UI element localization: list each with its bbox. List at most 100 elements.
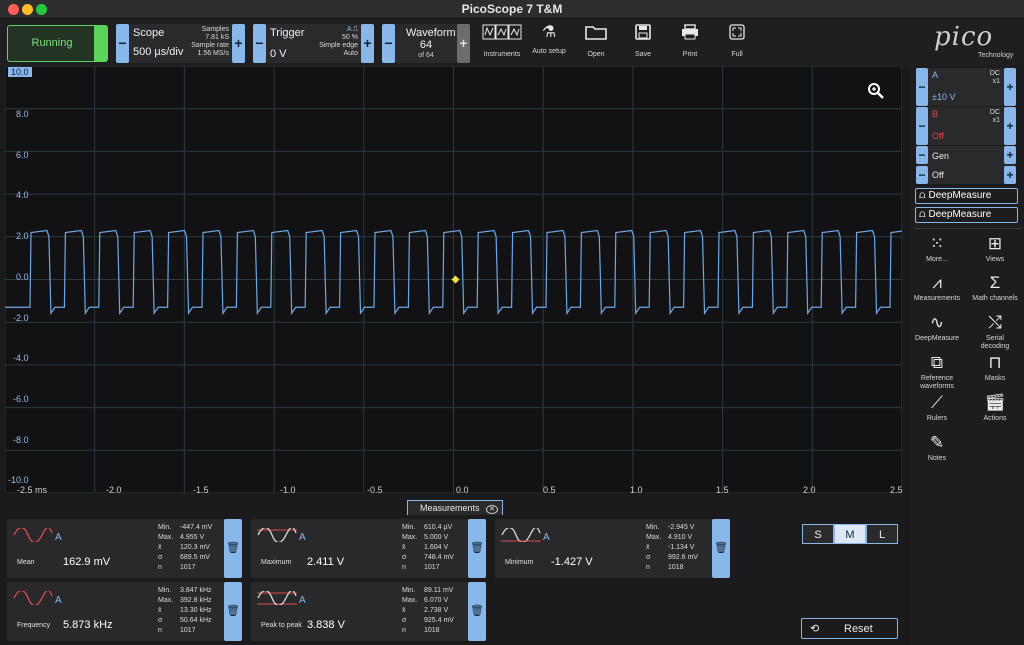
measurement-value: 2.411 V bbox=[307, 556, 345, 568]
measurement-name: Frequency bbox=[17, 622, 51, 629]
reset-button[interactable]: ⟲ Reset bbox=[801, 618, 898, 639]
measurement-stats: Min. -2.945 V Max. 4.910 V x̄ -1.134 V σ 992… bbox=[646, 523, 698, 573]
measurement-channel: A bbox=[55, 595, 62, 606]
gen-decrease-button[interactable]: − bbox=[916, 146, 928, 164]
channel-a-increase-button[interactable]: + bbox=[1004, 68, 1016, 106]
instruments-icon bbox=[476, 24, 528, 45]
channel-b-increase-button[interactable]: + bbox=[1004, 107, 1016, 145]
logo-sub: Technology bbox=[978, 52, 1014, 59]
scope-label: Scope bbox=[133, 27, 165, 39]
fullscreen-icon bbox=[711, 24, 763, 45]
measurement-card-maximum[interactable]: A Maximum 2.411 V Min. 610.4 µV Max. 5.000… bbox=[251, 519, 486, 578]
scope-plot[interactable] bbox=[5, 66, 902, 493]
timebase-increase-button[interactable]: + bbox=[232, 24, 245, 63]
size-large-button[interactable]: L bbox=[866, 524, 898, 544]
gen-state-decrease-button[interactable]: − bbox=[916, 166, 928, 184]
timebase-decrease-button[interactable]: − bbox=[116, 24, 129, 63]
more-button[interactable]: ⁙ More... bbox=[913, 234, 961, 264]
zoom-icon[interactable] bbox=[867, 82, 885, 105]
delete-measurement-button[interactable]: 🗑︎ bbox=[224, 582, 242, 641]
masks-button[interactable]: ⊓ Masks bbox=[971, 353, 1019, 383]
measurements-tab[interactable]: Measurements ✕ bbox=[407, 500, 503, 515]
grid-dots-icon: ⁙ bbox=[929, 234, 945, 253]
measurement-card-mean[interactable]: A Mean 162.9 mV Min. -447.4 mV Max. 4.955 … bbox=[7, 519, 242, 578]
stat-n: 1018 bbox=[424, 627, 440, 634]
samples-label: Samples bbox=[201, 26, 229, 33]
waveform-current[interactable]: 64 bbox=[396, 39, 456, 51]
instruments-button[interactable]: Instruments bbox=[476, 24, 528, 62]
gen-state-increase-button[interactable]: + bbox=[1004, 166, 1016, 184]
generator-state[interactable]: Off bbox=[932, 170, 944, 180]
timebase-value[interactable]: 500 µs/div bbox=[133, 46, 183, 58]
stat-max: 4.910 V bbox=[668, 534, 693, 541]
print-button[interactable]: Print bbox=[664, 24, 716, 62]
gen-increase-button[interactable]: + bbox=[1004, 146, 1016, 164]
views-button[interactable]: ⊞ Views bbox=[971, 234, 1019, 264]
stat-key: Min. bbox=[402, 524, 416, 531]
trigger-channel: A bbox=[346, 26, 352, 33]
measurement-card-minimum[interactable]: A Minimum -1.427 V Min. -2.945 V Max. 4.91… bbox=[495, 519, 730, 578]
print-icon bbox=[664, 24, 716, 45]
reference-waveforms-button[interactable]: ⧉ Reference waveforms bbox=[913, 353, 961, 391]
math-channels-button[interactable]: Σ Math channels bbox=[971, 273, 1019, 303]
x-tick: 1.5 bbox=[716, 485, 729, 495]
delete-measurement-button[interactable]: 🗑︎ bbox=[468, 519, 486, 578]
measurement-name: Maximum bbox=[261, 559, 292, 566]
waveform-previous-button[interactable]: − bbox=[382, 24, 395, 63]
math-channels-label: Math channels bbox=[972, 295, 1018, 302]
sine-min-icon bbox=[501, 528, 541, 542]
x-tick: -1.0 bbox=[280, 485, 296, 495]
sample-rate-label: Sample rate bbox=[191, 42, 229, 49]
measurement-card-frequency[interactable]: A Frequency 5.873 kHz Min. 3.847 kHz Max.… bbox=[7, 582, 242, 641]
y-top-marker[interactable]: 10.0 bbox=[8, 67, 32, 77]
fullscreen-button[interactable]: Full bbox=[711, 24, 763, 62]
deepmeasure-label: DeepMeasure bbox=[928, 190, 992, 201]
stat-max: 5.000 V bbox=[424, 534, 449, 541]
serial-decoding-button[interactable]: ⤭ Serial decoding bbox=[971, 313, 1019, 351]
delete-measurement-button[interactable]: 🗑︎ bbox=[224, 519, 242, 578]
channel-b-probe: x1 bbox=[992, 117, 1000, 124]
deepmeasure-tab[interactable]: ⩍ DeepMeasure bbox=[915, 207, 1018, 223]
size-small-button[interactable]: S bbox=[802, 524, 834, 544]
x-tick: 2.0 bbox=[803, 485, 816, 495]
clapper-icon: 🎬︎ bbox=[984, 393, 1006, 412]
delete-measurement-button[interactable]: 🗑︎ bbox=[468, 582, 486, 641]
deepmeasure-tab[interactable]: ⩍ DeepMeasure bbox=[915, 188, 1018, 204]
stat-key: x̄ bbox=[158, 544, 162, 551]
measurement-card-peak-to-peak[interactable]: A Peak to peak 3.838 V Min. 89.11 mV Max.… bbox=[251, 582, 486, 641]
delete-measurement-button[interactable]: 🗑︎ bbox=[712, 519, 730, 578]
run-stop-button[interactable]: Running bbox=[7, 25, 108, 62]
rulers-button[interactable]: ⟋ Rulers bbox=[913, 393, 961, 423]
trigger-level[interactable]: 0 V bbox=[270, 48, 287, 60]
trigger-increase-button[interactable]: + bbox=[361, 24, 374, 63]
notes-button[interactable]: ✎ Notes bbox=[913, 433, 961, 463]
stat-max: 6.070 V bbox=[424, 597, 449, 604]
sample-rate-value: 1.56 MS/s bbox=[197, 50, 229, 57]
rulers-label: Rulers bbox=[926, 415, 948, 422]
stat-key: Min. bbox=[158, 524, 172, 531]
auto-setup-button[interactable]: ⚗ Auto setup bbox=[523, 24, 575, 62]
views-icon: ⊞ bbox=[987, 234, 1003, 253]
actions-button[interactable]: 🎬︎ Actions bbox=[971, 393, 1019, 423]
save-button[interactable]: Save bbox=[617, 24, 669, 62]
channel-b-decrease-button[interactable]: − bbox=[916, 107, 928, 145]
size-medium-button[interactable]: M bbox=[834, 524, 866, 544]
trigger-decrease-button[interactable]: − bbox=[253, 24, 266, 63]
close-measurements-icon[interactable]: ✕ bbox=[486, 505, 498, 514]
logo-brand: pico bbox=[934, 22, 994, 52]
stat-key: x̄ bbox=[402, 544, 406, 551]
waveform-next-button[interactable]: + bbox=[457, 24, 470, 63]
channel-a-range[interactable]: ±10 V bbox=[932, 92, 955, 102]
deepmeasure-label: DeepMeasure bbox=[928, 209, 992, 220]
open-button[interactable]: Open bbox=[570, 24, 622, 62]
channel-b-range[interactable]: Off bbox=[932, 131, 944, 141]
folder-icon bbox=[570, 24, 622, 45]
deepmeasure-button[interactable]: ∿ DeepMeasure bbox=[913, 313, 961, 343]
channel-a-decrease-button[interactable]: − bbox=[916, 68, 928, 106]
actions-label: Actions bbox=[983, 415, 1007, 422]
stat-key: n bbox=[402, 564, 406, 571]
serial-decoding-label: Serial decoding bbox=[980, 335, 1010, 350]
stat-key: σ bbox=[158, 617, 163, 624]
measurements-button[interactable]: ⩘ Measurements bbox=[913, 273, 961, 303]
reference-waveforms-label: Reference waveforms bbox=[920, 375, 954, 390]
